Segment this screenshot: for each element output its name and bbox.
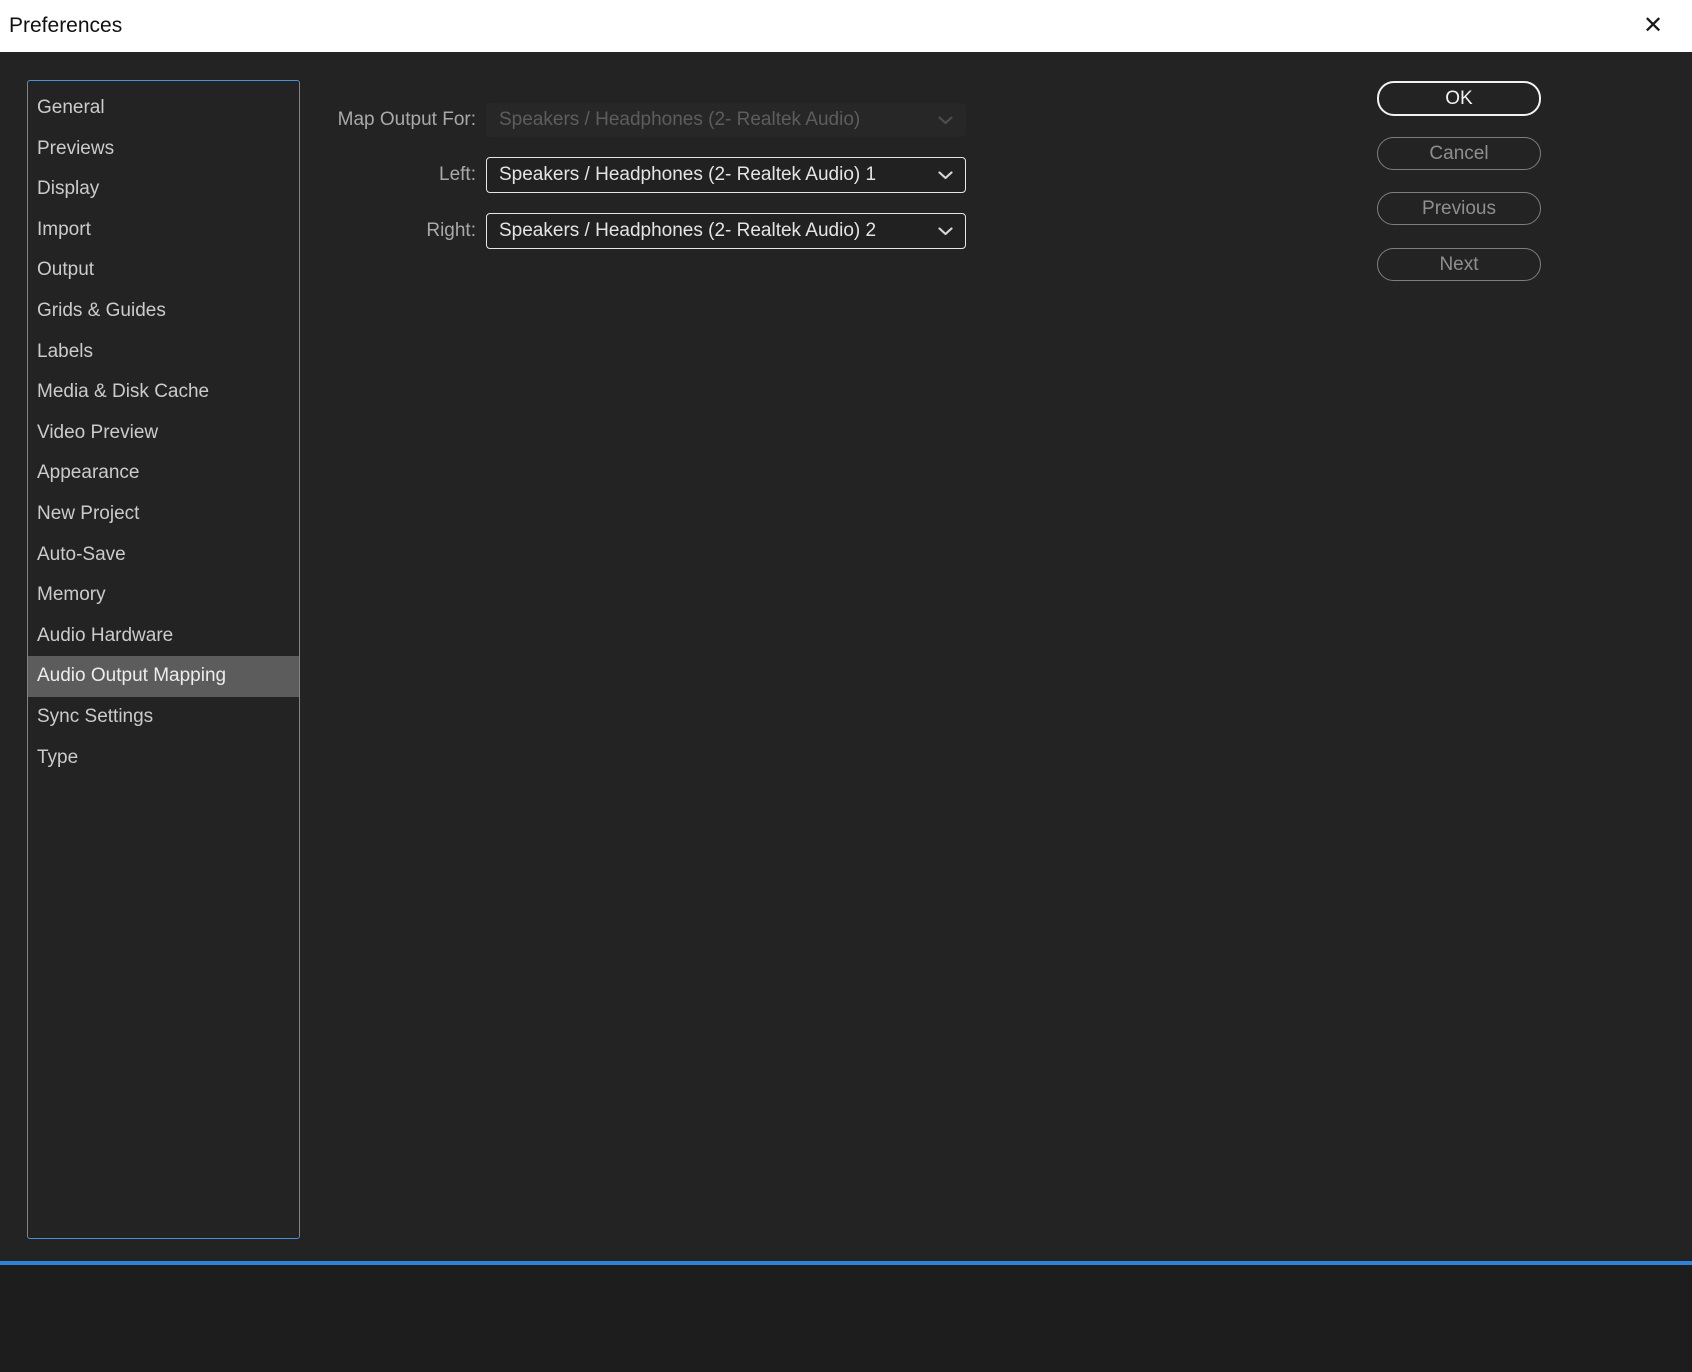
- sidebar-item-label: Memory: [37, 584, 106, 606]
- left-channel-label: Left:: [439, 164, 476, 185]
- cancel-button[interactable]: Cancel: [1377, 137, 1541, 170]
- sidebar-item-audio-output-mapping[interactable]: Audio Output Mapping: [28, 656, 299, 697]
- sidebar-item-label: Labels: [37, 340, 93, 362]
- left-channel-value: Speakers / Headphones (2- Realtek Audio)…: [499, 164, 877, 185]
- sidebar-item-label: Video Preview: [37, 421, 159, 443]
- previous-button[interactable]: Previous: [1377, 192, 1541, 225]
- sidebar-item-label: Previews: [37, 137, 115, 159]
- chevron-down-icon: [938, 170, 953, 180]
- chevron-down-icon: [938, 115, 953, 125]
- sidebar-item-label: General: [37, 97, 105, 118]
- sidebar-item-type[interactable]: Type: [28, 738, 299, 779]
- right-channel-label: Right:: [426, 220, 476, 241]
- sidebar-item-memory[interactable]: Memory: [28, 575, 299, 616]
- left-channel-select[interactable]: Speakers / Headphones (2- Realtek Audio)…: [486, 157, 966, 193]
- map-output-for-select: Speakers / Headphones (2- Realtek Audio): [486, 103, 966, 137]
- chevron-down-icon: [938, 226, 953, 236]
- sidebar-item-label: Type: [37, 746, 79, 768]
- sidebar-item-new-project[interactable]: New Project: [28, 494, 299, 535]
- sidebar-item-labels[interactable]: Labels: [28, 332, 299, 373]
- sidebar-item-label: Grids & Guides: [37, 299, 166, 321]
- sidebar-item-label: Audio Hardware: [37, 624, 174, 646]
- sidebar-item-sync-settings[interactable]: Sync Settings: [28, 697, 299, 738]
- sidebar-item-output[interactable]: Output: [28, 250, 299, 291]
- close-icon: ✕: [1642, 12, 1664, 39]
- sidebar-item-auto-save[interactable]: Auto-Save: [28, 535, 299, 576]
- sidebar-item-display[interactable]: Display: [28, 169, 299, 210]
- sidebar-item-import[interactable]: Import: [28, 210, 299, 251]
- title-bar: Preferences ✕: [0, 0, 1692, 52]
- sidebar-item-label: Import: [37, 218, 91, 240]
- sidebar-item-audio-hardware[interactable]: Audio Hardware: [28, 616, 299, 657]
- sidebar-item-label: Audio Output Mapping: [37, 665, 227, 687]
- next-button[interactable]: Next: [1377, 248, 1541, 281]
- right-channel-value: Speakers / Headphones (2- Realtek Audio)…: [499, 220, 877, 241]
- map-output-for-value: Speakers / Headphones (2- Realtek Audio): [499, 109, 861, 130]
- sidebar-item-label: New Project: [37, 502, 140, 524]
- sidebar-item-appearance[interactable]: Appearance: [28, 453, 299, 494]
- sidebar-item-label: Output: [37, 259, 95, 281]
- preferences-dialog: Preferences ✕ General Previews Display I…: [0, 0, 1692, 1372]
- sidebar-item-general[interactable]: General: [28, 88, 299, 129]
- right-channel-select[interactable]: Speakers / Headphones (2- Realtek Audio)…: [486, 213, 966, 249]
- bottom-area: [0, 1265, 1692, 1372]
- sidebar-item-media-disk-cache[interactable]: Media & Disk Cache: [28, 372, 299, 413]
- sidebar-item-label: Display: [37, 178, 100, 200]
- sidebar-item-previews[interactable]: Previews: [28, 129, 299, 170]
- sidebar-item-label: Appearance: [37, 462, 140, 484]
- preferences-category-list: General Previews Display Import Output G…: [27, 80, 300, 1239]
- close-button[interactable]: ✕: [1636, 10, 1670, 42]
- page-title: Preferences: [9, 14, 123, 37]
- map-output-for-label: Map Output For:: [337, 109, 476, 130]
- sidebar-item-video-preview[interactable]: Video Preview: [28, 413, 299, 454]
- sidebar-item-label: Auto-Save: [37, 543, 126, 565]
- ok-button[interactable]: OK: [1377, 81, 1541, 116]
- sidebar-item-grids-guides[interactable]: Grids & Guides: [28, 291, 299, 332]
- sidebar-item-label: Sync Settings: [37, 705, 154, 727]
- sidebar-item-label: Media & Disk Cache: [37, 381, 210, 403]
